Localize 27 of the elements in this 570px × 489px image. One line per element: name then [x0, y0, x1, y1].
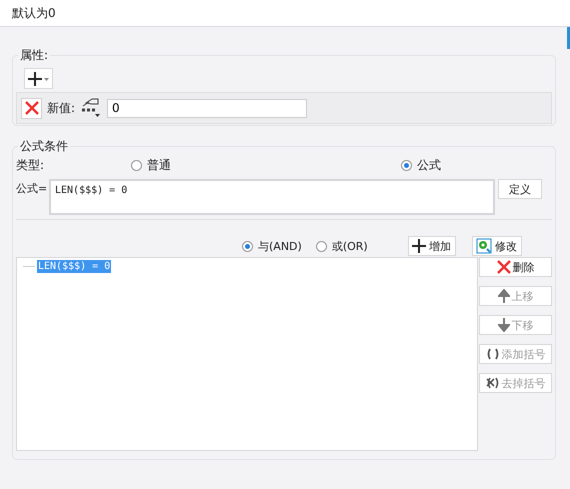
action-button[interactable]: 删除	[479, 257, 552, 277]
brackets-icon	[486, 347, 500, 361]
down-arrow-icon	[498, 318, 510, 332]
define-button[interactable]: 定义	[498, 179, 542, 199]
type-radio[interactable]: 普通	[131, 156, 172, 174]
close-icon	[24, 101, 38, 115]
logic-radio[interactable]: 或(OR)	[316, 238, 368, 254]
dialog-title: 默认为0	[12, 4, 56, 22]
close-icon	[496, 260, 510, 274]
field-label: 新值:	[47, 100, 76, 116]
type-label: 类型:	[16, 156, 44, 174]
plus-icon	[28, 70, 50, 86]
formula-field[interactable]: LEN($$$) = 0	[49, 179, 495, 215]
group-legend: 公式条件	[18, 138, 70, 155]
up-arrow-icon	[498, 289, 510, 303]
delete-button[interactable]	[21, 98, 42, 118]
logic-radio[interactable]: 与(AND)	[242, 238, 302, 254]
remove-brackets-icon	[486, 376, 500, 390]
formula-label: 公式=	[16, 181, 48, 196]
group-legend: 属性:	[18, 47, 50, 64]
plus-icon	[412, 239, 426, 253]
add-dropdown-button[interactable]	[24, 68, 53, 89]
type-radio[interactable]: 公式	[401, 156, 442, 174]
add-button[interactable]: 增加	[408, 236, 456, 256]
text-type-icon[interactable]	[80, 97, 102, 119]
value-field[interactable]: 0	[107, 98, 308, 118]
modify-button[interactable]: 修改	[472, 236, 522, 256]
